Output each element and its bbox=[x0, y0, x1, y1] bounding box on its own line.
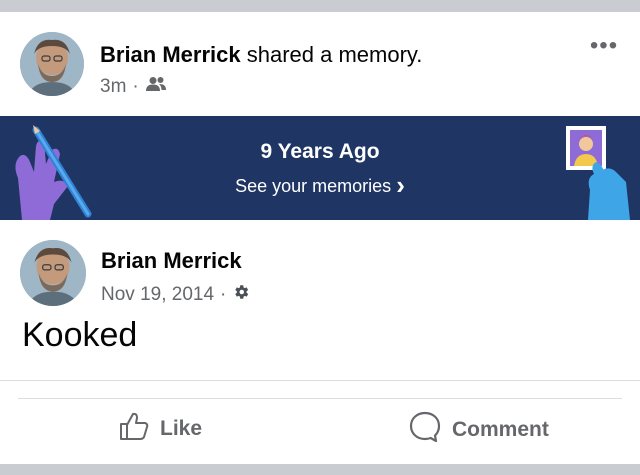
gear-icon bbox=[232, 283, 250, 307]
memory-banner[interactable]: 9 Years Ago See your memories › bbox=[0, 116, 640, 220]
comment-label: Comment bbox=[452, 418, 549, 441]
comment-bubble-icon bbox=[408, 410, 442, 450]
friends-icon bbox=[145, 76, 167, 98]
shared-post-avatar[interactable] bbox=[20, 240, 86, 306]
shared-post-author[interactable]: Brian Merrick bbox=[101, 248, 242, 274]
author-name[interactable]: Brian Merrick bbox=[100, 42, 241, 67]
profile-photo bbox=[20, 32, 84, 96]
meta-separator: · bbox=[220, 284, 227, 305]
profile-photo bbox=[20, 240, 86, 306]
hand-with-pencil-icon bbox=[15, 125, 92, 220]
post-time[interactable]: 3m bbox=[100, 76, 126, 98]
post-action-text: shared a memory. bbox=[246, 42, 423, 67]
post-header: Brian Merrick shared a memory. bbox=[100, 42, 422, 68]
post-meta: 3m · bbox=[100, 76, 167, 98]
shared-post-date[interactable]: Nov 19, 2014 bbox=[101, 284, 214, 306]
avatar[interactable] bbox=[20, 32, 84, 96]
comment-button[interactable]: Comment bbox=[408, 410, 549, 450]
post-actions: Like Comment bbox=[0, 404, 640, 456]
hand-holding-photo-icon bbox=[566, 126, 630, 220]
card-divider bbox=[0, 380, 640, 381]
like-label: Like bbox=[160, 417, 203, 440]
actions-divider bbox=[18, 398, 622, 399]
more-options-icon[interactable]: ••• bbox=[586, 34, 622, 60]
shared-post-text: Kooked bbox=[22, 316, 138, 354]
chevron-right-icon: › bbox=[396, 170, 405, 200]
see-memories-label: See your memories bbox=[235, 176, 392, 196]
memory-post-card: Brian Merrick shared a memory. 3m · ••• … bbox=[0, 12, 640, 464]
like-button[interactable]: Like bbox=[118, 410, 202, 448]
shared-post-meta: Nov 19, 2014 · bbox=[101, 283, 250, 307]
meta-separator: · bbox=[132, 76, 139, 97]
thumbs-up-icon bbox=[118, 410, 150, 448]
